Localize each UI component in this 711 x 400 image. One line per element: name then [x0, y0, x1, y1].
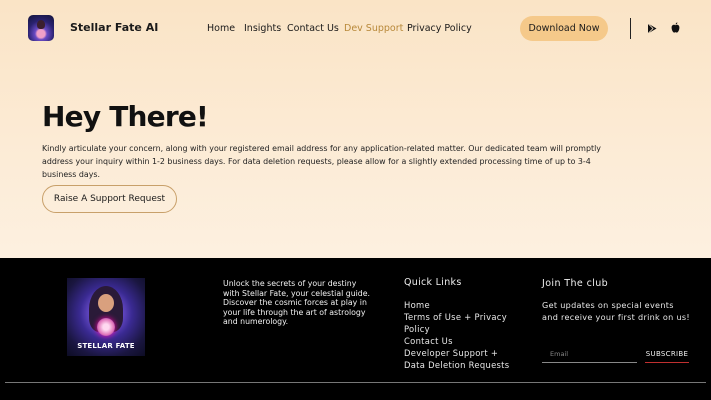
footer-link-developer-support[interactable]: Developer Support + Data Deletion Reques…: [404, 347, 514, 371]
email-field[interactable]: [542, 346, 637, 363]
footer-logo: STELLAR FATE: [67, 278, 145, 356]
subscribe-button[interactable]: SUBSCRIBE: [645, 346, 689, 363]
google-play-icon[interactable]: [647, 23, 657, 34]
footer-link-terms-privacy[interactable]: Terms of Use + Privacy Policy: [404, 311, 514, 335]
download-now-button[interactable]: Download Now: [520, 16, 608, 41]
apple-icon[interactable]: [671, 22, 680, 33]
nav-contact-us[interactable]: Contact Us: [287, 23, 339, 34]
footer-link-home[interactable]: Home: [404, 299, 514, 311]
footer: STELLAR FATE Unlock the secrets of your …: [0, 258, 711, 400]
header-divider: [630, 18, 631, 39]
footer-link-contact-us[interactable]: Contact Us: [404, 335, 514, 347]
raise-support-request-button[interactable]: Raise A Support Request: [42, 185, 177, 213]
join-club-text: Get updates on special events and receiv…: [542, 300, 690, 323]
footer-divider: [5, 382, 706, 383]
footer-tagline: Unlock the secrets of your destiny with …: [223, 279, 371, 327]
nav-home[interactable]: Home: [207, 23, 235, 34]
join-club-heading: Join The club: [542, 278, 609, 289]
hero-section: Stellar Fate AI Home Insights Contact Us…: [0, 0, 711, 258]
brand-name[interactable]: Stellar Fate AI: [70, 21, 158, 34]
nav-privacy-policy[interactable]: Privacy Policy: [407, 23, 472, 34]
page-title: Hey There!: [42, 100, 209, 133]
nav-insights[interactable]: Insights: [244, 23, 281, 34]
quick-links-list: Home Terms of Use + Privacy Policy Conta…: [404, 299, 514, 371]
quick-links-heading: Quick Links: [404, 277, 462, 288]
support-description: Kindly articulate your concern, along wi…: [42, 144, 601, 179]
nav-dev-support[interactable]: Dev Support: [344, 23, 403, 34]
app-logo[interactable]: [28, 15, 54, 41]
footer-logo-caption: STELLAR FATE: [77, 342, 135, 350]
